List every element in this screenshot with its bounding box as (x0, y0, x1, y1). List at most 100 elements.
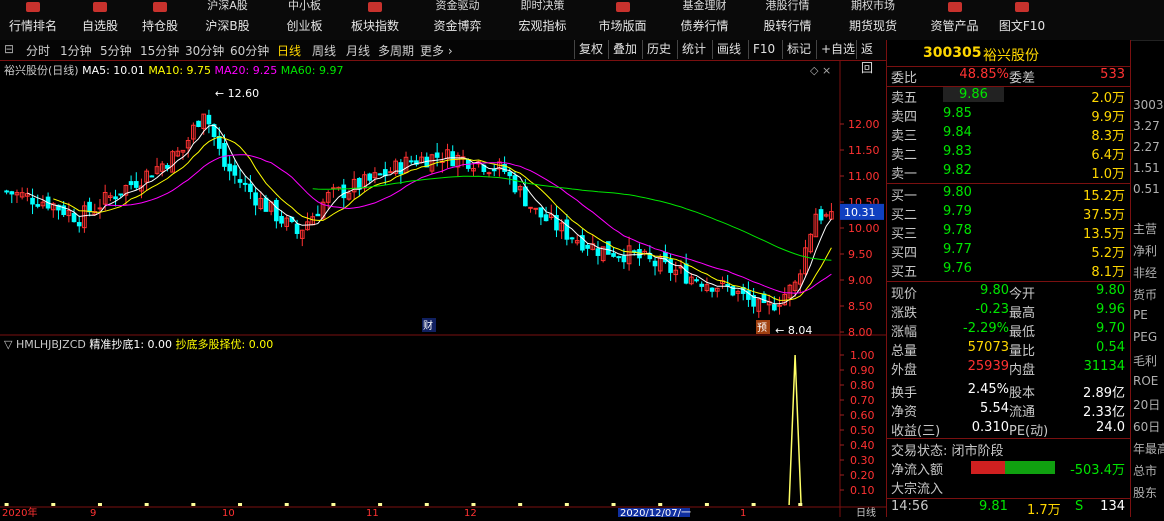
candle-body (377, 173, 383, 176)
indicator-zero-dot (378, 503, 383, 506)
chart-tool-0[interactable]: 复权 (574, 40, 607, 59)
candle-body (512, 175, 518, 193)
buy-volume: 8.1万 (1091, 265, 1125, 280)
buy-row-4: 买四 9.77 5.2万 (891, 242, 1125, 261)
price-tick-label: 8.00 (848, 326, 873, 339)
high-label: ← 12.60 (215, 87, 259, 100)
price-tick-label: 12.00 (848, 118, 880, 131)
period-tab-7[interactable]: 周线 (312, 42, 336, 59)
quote-row-7: 收益(三) 0.310 PE(动) 24.0 (891, 420, 1125, 439)
period-tab-3[interactable]: 15分钟 (140, 42, 179, 59)
indicator-zero-dot (518, 503, 523, 506)
far-right-item: 2.27 (1133, 140, 1160, 154)
period-tab-8[interactable]: 月线 (346, 42, 370, 59)
toolbar-btn-1[interactable]: 自选股 (70, 0, 130, 40)
indicator-spike (788, 354, 802, 506)
chart-tool-6[interactable]: 标记 (782, 40, 815, 59)
candle-body (652, 260, 658, 267)
chart-options-icon[interactable]: ◇ × (810, 64, 831, 77)
toolbar-btn-4[interactable]: 中小板 创业板 (277, 0, 332, 40)
x-axis-label: 12 (464, 508, 477, 517)
indicator-tick-label: 0.10 (850, 484, 875, 497)
toolbar-btn-6[interactable]: 资金驱动 资金博弈 (425, 0, 490, 40)
candle-body (315, 213, 321, 217)
indicator-zero-dot (97, 503, 102, 506)
far-right-item: 年最高 (1133, 442, 1164, 456)
inflow-bar-green (1005, 461, 1055, 474)
period-tab-5[interactable]: 60分钟 (230, 42, 269, 59)
chart-tool-4[interactable]: 画线 (712, 40, 745, 59)
toolbar-label: 图文F10 (998, 19, 1046, 33)
toolbar-btn-13[interactable]: 图文F10 (992, 0, 1052, 40)
candle-body (398, 162, 404, 175)
toolbar-label: 持仓股 (141, 19, 178, 33)
chart-tool-5[interactable]: F10 (748, 40, 779, 59)
toolbar-btn-10[interactable]: 港股行情 股转行情 (755, 0, 820, 40)
candle-body (585, 244, 590, 249)
quote-row-6: 净资 5.54 流通 2.33亿 (891, 401, 1125, 420)
toolbar-label: 沪深B股 (205, 19, 250, 33)
sell-volume: 8.3万 (1091, 129, 1125, 144)
toolbar-top-label: 沪深A股 (207, 0, 248, 12)
toolbar-label: 债券行情 (680, 19, 729, 33)
indicator-zero-dot (751, 503, 756, 506)
candle-body (237, 179, 243, 183)
candle-body (263, 197, 269, 212)
buy-volume: 15.2万 (1083, 189, 1125, 204)
price-tick-label: 11.00 (848, 170, 880, 183)
candle-body (450, 151, 456, 167)
toolbar-btn-8[interactable]: 市场版面 (590, 0, 655, 40)
period-tab-10[interactable]: 更多 › (420, 42, 453, 59)
toolbar-btn-11[interactable]: 期权市场 期货现货 (838, 0, 908, 40)
candle-body (87, 201, 92, 213)
chart-svg: 12.00 11.50 11.00 1 0.50 10.00 9.50 9.00 8.50 8.0… (0, 60, 886, 519)
indicator-tick-label: 0.20 (850, 469, 875, 482)
toolbar-btn-5[interactable]: 板块指数 (345, 0, 405, 40)
chart-tool-1[interactable]: 叠加 (608, 40, 641, 59)
chart-tool-7[interactable]: +自选 (816, 40, 859, 59)
sell-row-1: 卖一 9.82 1.0万 (891, 163, 1125, 182)
settings-icon[interactable]: ⊟ (4, 42, 14, 56)
buy-price: 9.80 (943, 185, 972, 200)
indicator-tick-label: 0.50 (850, 424, 875, 437)
ma-legend: 裕兴股份(日线) MA5: 10.01 MA10: 9.75 MA20: 9.2… (4, 63, 343, 77)
chart-tool-3[interactable]: 统计 (677, 40, 710, 59)
x-period-label: 日线 (856, 506, 876, 517)
toolbar-btn-2[interactable]: 持仓股 (130, 0, 190, 40)
buy-volume: 5.2万 (1091, 246, 1125, 261)
period-tab-0[interactable]: 分时 (26, 42, 50, 59)
toolbar-btn-9[interactable]: 基金理财 债券行情 (672, 0, 737, 40)
quote-row-4: 外盘 25939 内盘 31134 (891, 359, 1125, 378)
period-tab-2[interactable]: 5分钟 (100, 42, 132, 59)
far-right-item: 60日 (1133, 420, 1161, 434)
candle-body (76, 222, 82, 227)
chart-tool-8[interactable]: 返回 (856, 40, 886, 75)
far-right-panel: 3003 3.27 2.27 1.51 0.51 主营 净利 非经 货币 PE PEG 毛利 ROE 20… (1130, 40, 1164, 517)
toolbar-top-label: 期权市场 (851, 0, 895, 12)
indicator-zero-dot (611, 503, 616, 506)
forecast-marker-text: 预 (757, 322, 767, 334)
period-tab-1[interactable]: 1分钟 (60, 42, 92, 59)
period-tab-6[interactable]: 日线 (277, 42, 301, 59)
toolbar-btn-3[interactable]: 沪深A股沪深B股 (195, 0, 260, 40)
toolbar-btn-0[interactable]: 行情排名 (0, 0, 66, 40)
toolbar-btn-7[interactable]: 即时决策 宏观指标 (510, 0, 575, 40)
toolbar-label: 板块指数 (350, 19, 399, 33)
toolbar-btn-12[interactable]: 资管产品 (922, 0, 987, 40)
quote-panel: 300305 裕兴股份 委比 48.85% 委差 533 卖五 9.86 2.0万卖… (886, 40, 1131, 518)
period-tab-4[interactable]: 30分钟 (185, 42, 224, 59)
price-tick-label: 8.50 (848, 300, 873, 313)
quote-row-1: 涨跌 -0.23 最高 9.96 (891, 302, 1125, 321)
period-tab-9[interactable]: 多周期 (378, 42, 414, 59)
toolbar-label: 市场版面 (598, 19, 647, 33)
price-tick-label: 9.00 (848, 274, 873, 287)
x-axis-label: 11 (366, 508, 379, 517)
indicator-tick-label: 0.60 (850, 409, 875, 422)
indicator-tick-label: 0.80 (850, 379, 875, 392)
kline-chart-area[interactable]: 12.00 11.50 11.00 1 0.50 10.00 9.50 9.00 8.50 8.0… (0, 60, 886, 519)
candle-body (533, 207, 539, 210)
chart-tool-2[interactable]: 历史 (642, 40, 675, 59)
current-price-text: 10.31 (844, 206, 876, 219)
far-right-item: 股东 (1133, 486, 1158, 500)
candle-body (242, 182, 248, 185)
